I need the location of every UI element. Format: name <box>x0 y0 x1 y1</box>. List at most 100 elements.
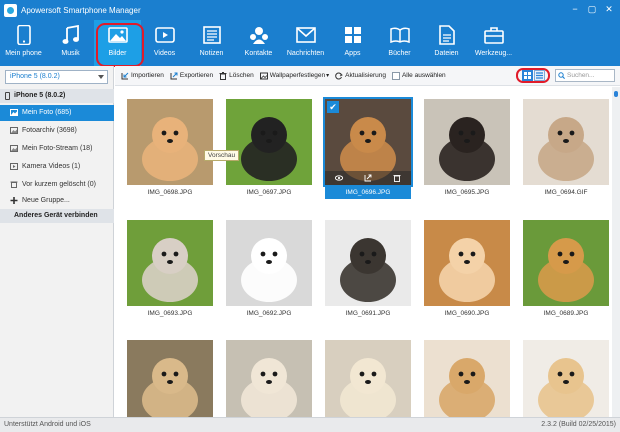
tool-videos[interactable]: Videos <box>141 20 188 66</box>
photo-thumbnail[interactable] <box>424 340 510 417</box>
tool-apps[interactable]: Apps <box>329 20 376 66</box>
refresh-icon <box>335 72 343 79</box>
photo-tile[interactable] <box>226 340 312 417</box>
photo-thumbnail[interactable] <box>226 340 312 417</box>
sidebar-item-fotoarchiv[interactable]: Fotoarchiv (3698) <box>0 123 114 139</box>
photo-thumbnail[interactable] <box>325 220 411 306</box>
photo-stream-icon <box>10 145 18 152</box>
other-device-section[interactable]: Anderes Gerät verbinden <box>0 209 114 223</box>
trash-icon[interactable] <box>393 174 401 182</box>
photo-thumbnail[interactable] <box>424 220 510 306</box>
photo-tile[interactable]: ✔ IMG_0696.JPG <box>323 97 413 201</box>
sidebar-item-label: Kamera Videos (1) <box>22 163 81 170</box>
tool-label: Nachrichten <box>286 50 325 57</box>
list-view-icon <box>535 72 543 79</box>
messages-icon <box>295 24 317 46</box>
photo-hover-actions <box>325 171 411 185</box>
search-input[interactable]: Suchen... <box>555 69 615 82</box>
tool-bilder[interactable]: Bilder <box>94 20 144 67</box>
photo-tile[interactable]: IMG_0692.JPG <box>226 220 312 322</box>
contacts-icon <box>248 24 270 46</box>
import-button[interactable]: Importieren <box>121 72 164 80</box>
tool-mein-phone[interactable]: Mein phone <box>0 20 47 66</box>
tool-dateien[interactable]: Dateien <box>423 20 470 66</box>
status-support-text: Unterstützt Android und iOS <box>4 421 91 428</box>
photo-thumbnail[interactable] <box>523 340 609 417</box>
device-header[interactable]: iPhone 5 (8.0.2) <box>0 89 114 103</box>
music-icon <box>60 24 82 46</box>
photo-tile[interactable] <box>127 340 213 417</box>
maximize-button[interactable]: ▢ <box>585 3 599 16</box>
preview-eye-icon[interactable] <box>335 174 344 182</box>
photo-thumbnail[interactable] <box>127 99 213 185</box>
notes-icon <box>201 24 223 46</box>
files-icon <box>436 24 458 46</box>
delete-button[interactable]: Löschen <box>219 71 254 80</box>
search-placeholder: Suchen... <box>567 72 595 79</box>
tool-label: Werkzeug... <box>474 50 513 57</box>
preview-tooltip: Vorschau <box>204 150 240 161</box>
tool-werkzeug[interactable]: Werkzeug... <box>470 20 517 66</box>
photo-archive-icon <box>10 127 18 134</box>
sidebar-item-label: Vor kurzem gelöscht (0) <box>22 181 96 188</box>
photo-filename: IMG_0692.JPG <box>246 310 292 317</box>
minimize-button[interactable]: − <box>568 3 582 16</box>
photo-tile[interactable]: IMG_0689.JPG <box>523 220 609 322</box>
books-icon <box>389 24 411 46</box>
tool-label: Apps <box>344 50 361 57</box>
photo-thumbnail[interactable] <box>325 340 411 417</box>
tool-label: Bilder <box>108 50 127 57</box>
photo-tile[interactable]: IMG_0691.JPG <box>325 220 411 322</box>
tool-nachrichten[interactable]: Nachrichten <box>282 20 329 66</box>
tool-buecher[interactable]: Bücher <box>376 20 423 66</box>
sidebar-item-foto-stream[interactable]: Mein Foto-Stream (18) <box>0 141 114 157</box>
refresh-button[interactable]: Aktualisierung <box>335 72 386 80</box>
photo-thumbnail[interactable] <box>226 99 312 185</box>
photo-tile[interactable]: IMG_0693.JPG <box>127 220 213 322</box>
photo-thumbnail[interactable] <box>523 99 609 185</box>
app-logo-icon <box>4 3 17 17</box>
photo-tile[interactable]: IMG_0690.JPG <box>424 220 510 322</box>
tool-notizen[interactable]: Notizen <box>188 20 235 66</box>
app-title: Apowersoft Smartphone Manager <box>21 5 141 15</box>
select-all-checkbox[interactable]: Alle auswählen <box>391 71 446 80</box>
list-view-button[interactable] <box>533 70 545 81</box>
tool-musik[interactable]: Musik <box>47 20 94 66</box>
vertical-scrollbar[interactable] <box>612 87 620 417</box>
photo-tile[interactable]: IMG_0695.JPG <box>424 99 510 201</box>
photo-thumbnail[interactable] <box>226 220 312 306</box>
grid-view-icon <box>523 72 531 79</box>
photo-tile[interactable] <box>523 340 609 417</box>
device-dropdown[interactable]: iPhone 5 (8.0.2) <box>5 70 108 84</box>
sidebar-item-mein-foto[interactable]: Mein Foto (685) <box>0 105 114 121</box>
sidebar-item-geloescht[interactable]: Vor kurzem gelöscht (0) <box>0 177 114 193</box>
photo-tile[interactable] <box>325 340 411 417</box>
scrollbar-thumb[interactable] <box>614 91 618 97</box>
tool-label: Bücher <box>388 50 411 57</box>
photo-filename: IMG_0693.JPG <box>147 310 193 317</box>
tool-kontakte[interactable]: Kontakte <box>235 20 282 66</box>
close-button[interactable]: ✕ <box>602 3 616 16</box>
selected-check-icon[interactable]: ✔ <box>327 101 339 113</box>
photo-thumbnail[interactable] <box>424 99 510 185</box>
photo-filename: IMG_0689.JPG <box>543 310 589 317</box>
photo-tile[interactable] <box>424 340 510 417</box>
photo-filename: IMG_0690.JPG <box>444 310 490 317</box>
grid-view-button[interactable] <box>521 70 533 81</box>
wallpaper-icon <box>259 72 268 79</box>
export-icon[interactable] <box>364 174 372 182</box>
sidebar-item-kamera-videos[interactable]: Kamera Videos (1) <box>0 159 114 175</box>
photo-tile[interactable]: IMG_0694.GIF <box>523 99 609 201</box>
export-button[interactable]: Exportieren <box>170 72 213 80</box>
sidebar-item-neue-gruppe[interactable]: Neue Gruppe... <box>0 193 114 209</box>
photo-filename: IMG_0695.JPG <box>444 189 490 196</box>
photo-thumbnail[interactable] <box>127 220 213 306</box>
photo-tile[interactable]: IMG_0698.JPG <box>127 99 213 201</box>
delete-label: Löschen <box>229 72 254 79</box>
photo-thumbnail[interactable] <box>127 340 213 417</box>
other-device-label: Anderes Gerät verbinden <box>14 212 98 219</box>
sidebar-item-label: Mein Foto (685) <box>22 109 72 116</box>
photo-thumbnail[interactable] <box>523 220 609 306</box>
wallpaper-button[interactable]: Wallpaperfestlegen ▾ <box>259 72 329 80</box>
view-toggle <box>516 68 550 83</box>
